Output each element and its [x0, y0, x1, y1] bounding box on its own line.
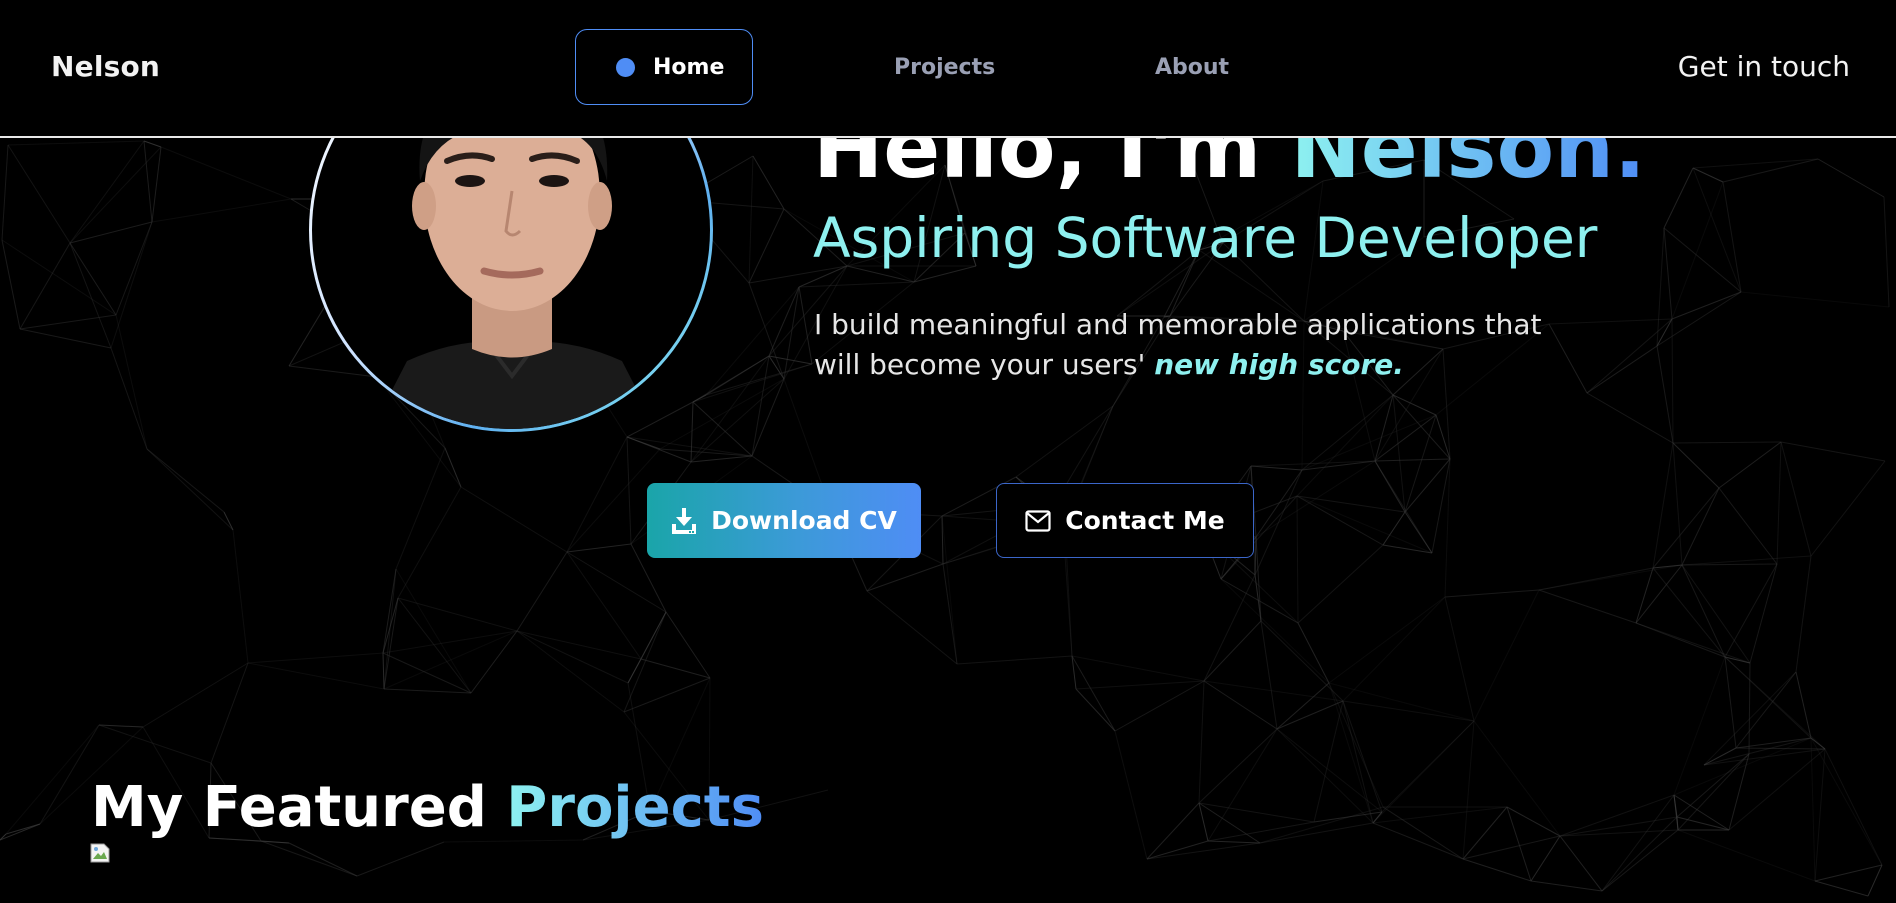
mail-icon	[1025, 509, 1051, 532]
hero-description: I build meaningful and memorable applica…	[814, 305, 1574, 385]
nav-item-label: Projects	[894, 54, 996, 80]
nav-item-label: Home	[653, 54, 725, 80]
contact-me-label: Contact Me	[1065, 506, 1225, 535]
nav-item-home[interactable]: Home	[575, 29, 753, 105]
page: Nelson Home Projects About Get in touch …	[0, 0, 1896, 903]
download-icon	[671, 507, 697, 535]
contact-me-button[interactable]: Contact Me	[996, 483, 1254, 558]
hero-subtitle: Aspiring Software Developer	[813, 206, 1598, 270]
nav-item-about[interactable]: About	[1155, 29, 1229, 105]
hero-description-highlight: new high score.	[1154, 348, 1404, 381]
nav-item-label: About	[1155, 54, 1230, 80]
featured-heading-prefix: My Featured	[91, 775, 507, 840]
navbar: Nelson Home Projects About Get in touch	[0, 0, 1896, 138]
download-cv-button[interactable]: Download CV	[647, 483, 921, 558]
featured-heading-accent: Projects	[506, 775, 764, 840]
nav-item-projects[interactable]: Projects	[894, 29, 995, 105]
brand-logo[interactable]: Nelson	[51, 50, 160, 83]
active-dot-icon	[616, 57, 635, 77]
featured-projects-heading: My Featured Projects	[91, 775, 764, 840]
broken-image-icon	[90, 843, 110, 863]
download-cv-label: Download CV	[711, 506, 897, 535]
get-in-touch-link[interactable]: Get in touch	[1678, 50, 1850, 83]
